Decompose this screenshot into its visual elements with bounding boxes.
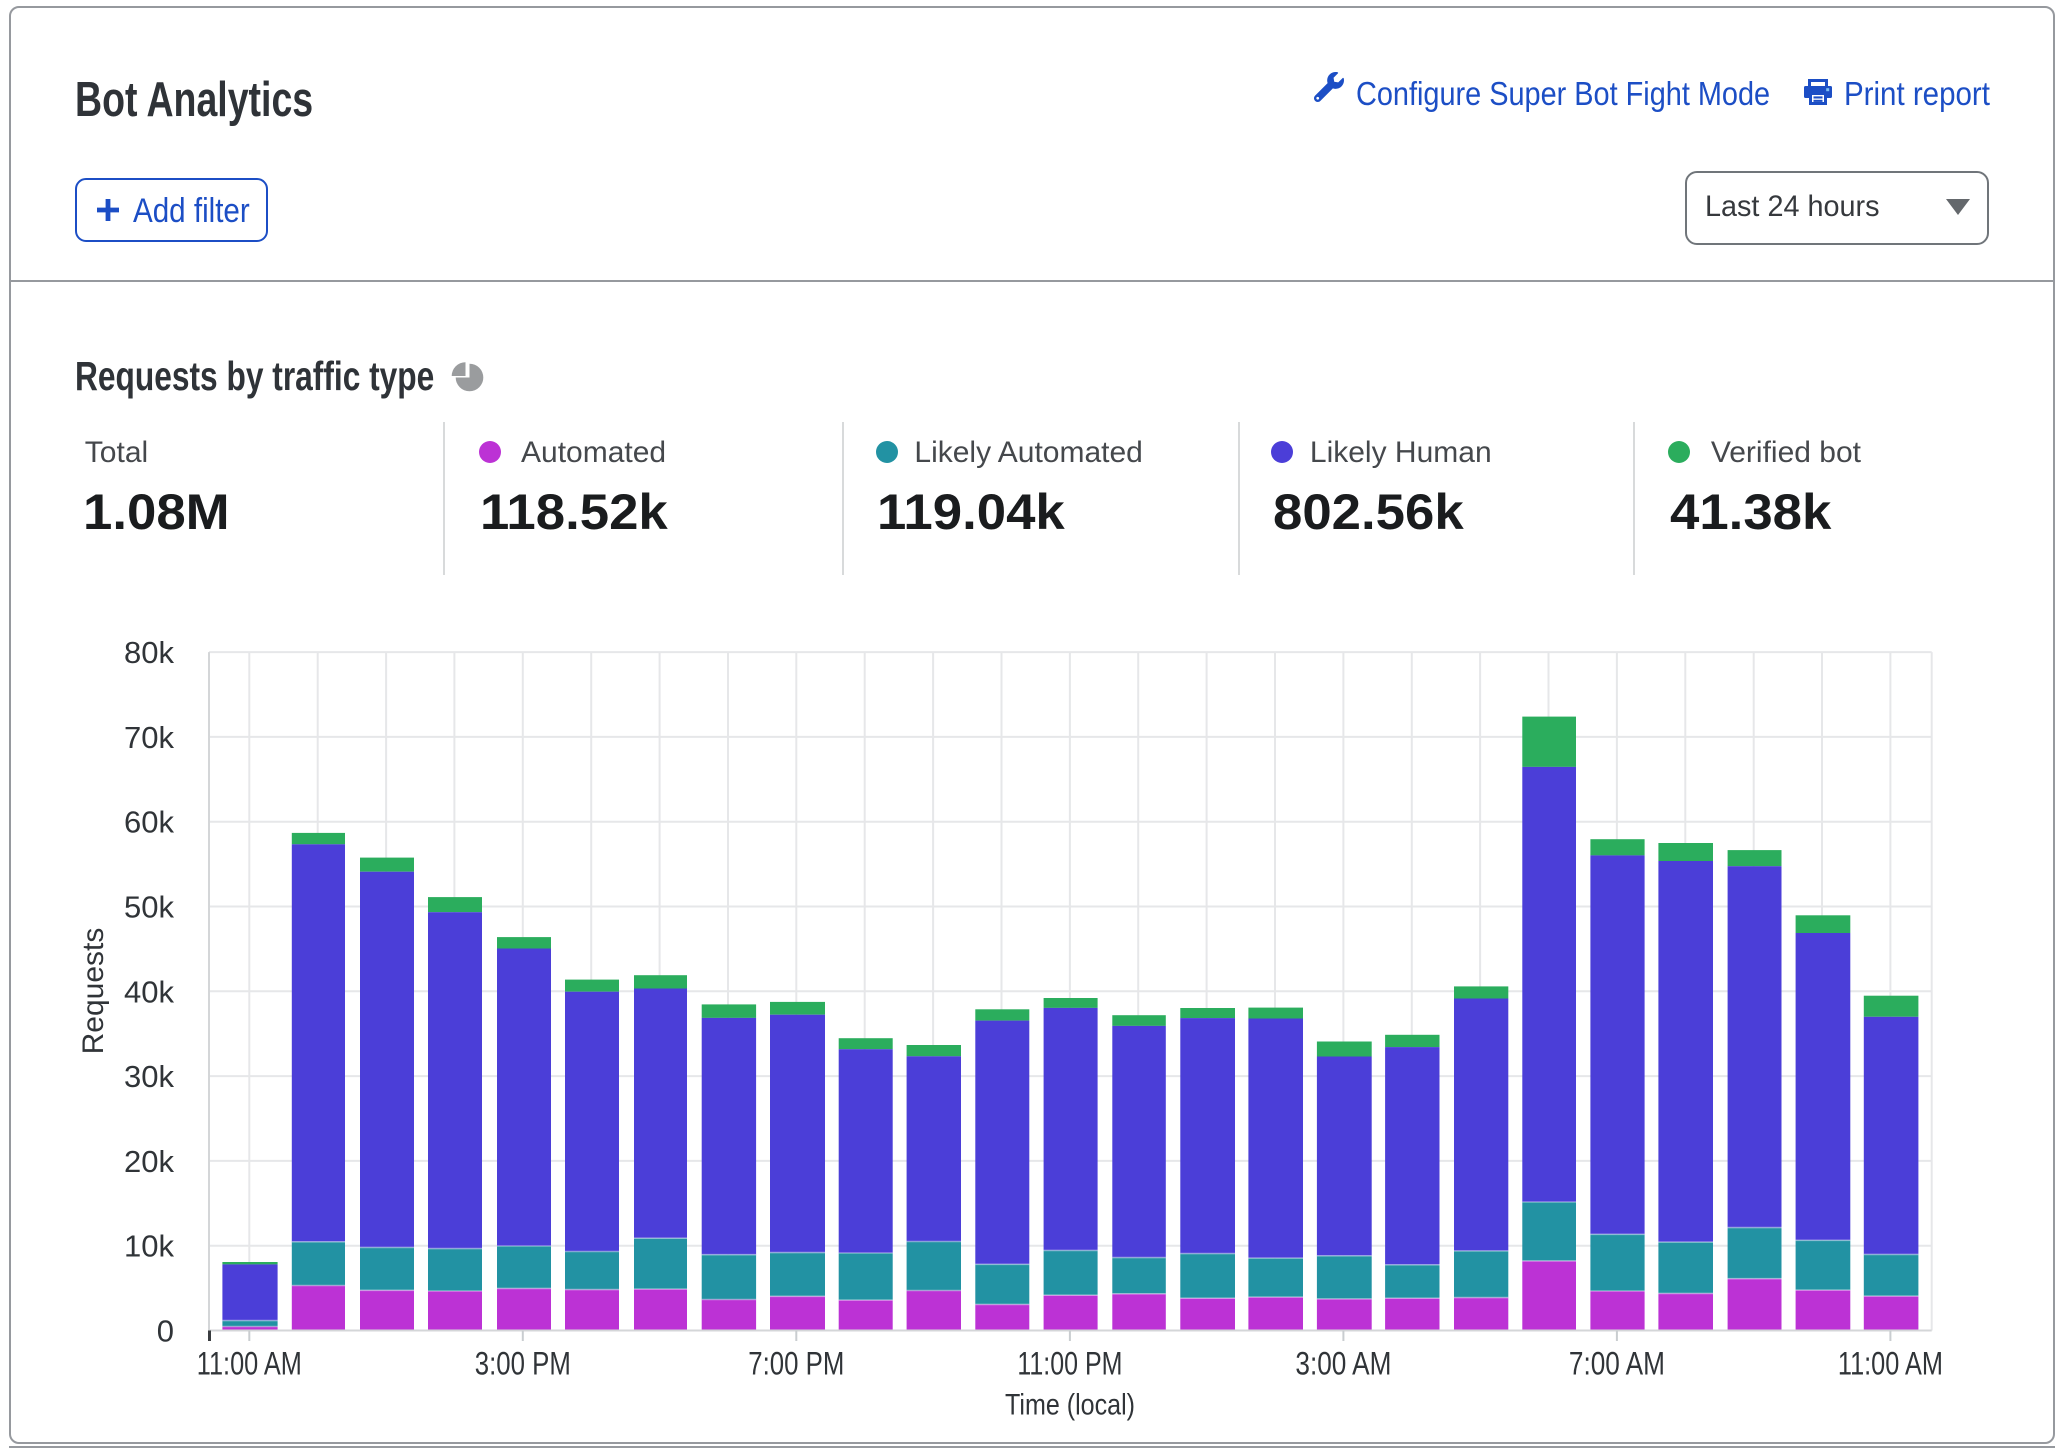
svg-text:60k: 60k (124, 805, 174, 840)
svg-text:20k: 20k (124, 1144, 174, 1179)
svg-text:7:00 AM: 7:00 AM (1569, 1346, 1665, 1382)
svg-text:80k: 80k (124, 635, 174, 670)
svg-text:Time (local): Time (local) (1005, 1389, 1135, 1422)
svg-text:10k: 10k (124, 1229, 174, 1264)
svg-text:3:00 PM: 3:00 PM (475, 1346, 571, 1382)
svg-text:70k: 70k (124, 720, 174, 755)
svg-text:50k: 50k (124, 890, 174, 925)
svg-text:Requests: Requests (77, 928, 110, 1055)
svg-text:11:00 AM: 11:00 AM (1838, 1346, 1943, 1382)
svg-text:11:00 PM: 11:00 PM (1017, 1346, 1122, 1382)
svg-text:7:00 PM: 7:00 PM (748, 1346, 844, 1382)
svg-text:40k: 40k (124, 974, 174, 1009)
svg-text:0: 0 (157, 1314, 174, 1349)
svg-text:30k: 30k (124, 1059, 174, 1094)
svg-text:3:00 AM: 3:00 AM (1295, 1346, 1391, 1382)
svg-text:11:00 AM: 11:00 AM (197, 1346, 302, 1382)
